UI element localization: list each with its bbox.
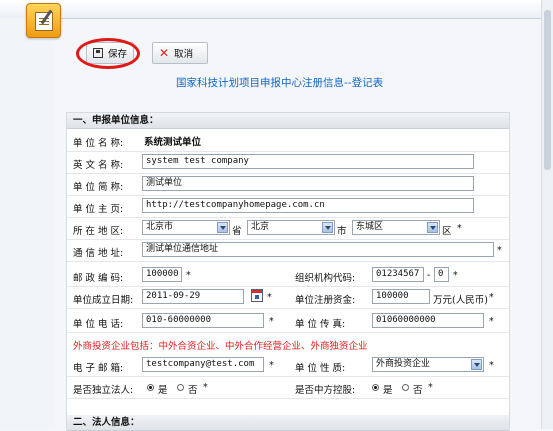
email-input[interactable]: testcompany@test.com	[142, 357, 264, 372]
vertical-scrollbar[interactable]	[541, 0, 553, 429]
required-mark: *	[453, 270, 458, 281]
phone-input[interactable]: 010-60000000	[142, 313, 264, 328]
capital-unit: 万元(人民币)	[433, 295, 488, 306]
registration-form: 一、申报单位信息： 单 位 名 称: 系统测试单位 英 文 名 称: syste…	[66, 112, 510, 431]
founded-label: 单位成立日期:	[73, 295, 134, 306]
org-code-dash: -	[427, 270, 431, 281]
required-mark: *	[269, 316, 274, 327]
independent-no-label: 否	[188, 385, 198, 396]
nature-label: 单 位 性 质:	[295, 363, 346, 374]
row-foreign-note: 外商投资企业包括：中外合资企业、中外合作经营企业、外商独资企业	[67, 333, 509, 354]
close-icon: ✕	[159, 46, 170, 60]
required-mark: *	[457, 223, 462, 234]
district-suffix: 区	[442, 226, 452, 237]
row-email: 电 子 邮 箱: testcompany@test.com * 单 位 性 质:…	[67, 355, 509, 377]
required-mark: *	[267, 292, 272, 303]
chevron-down-icon	[217, 222, 228, 233]
required-mark: *	[489, 292, 494, 303]
phone-label: 单 位 电 话:	[73, 319, 124, 330]
china-holding-no-radio[interactable]	[402, 384, 409, 391]
row-founded: 单位成立日期: 2011-09-29 * 单位注册资金: 100000 万元(人…	[67, 287, 509, 309]
independent-no-radio[interactable]	[177, 384, 184, 391]
cancel-button-label: 取消	[174, 49, 194, 60]
homepage-label: 单 位 主 页:	[73, 204, 124, 215]
province-value: 北京市	[146, 222, 174, 232]
fax-label: 单 位 传 真:	[295, 319, 346, 330]
org-code-label: 组织机构代码:	[295, 273, 356, 284]
chevron-down-icon	[471, 359, 482, 370]
nature-value: 外商投资企业	[376, 359, 431, 369]
required-mark: *	[489, 316, 494, 327]
notepad-icon	[26, 3, 61, 38]
china-holding-yes-label: 是	[383, 385, 393, 396]
independent-label: 是否独立法人:	[73, 385, 134, 396]
district-value: 东城区	[356, 222, 384, 232]
required-mark: *	[497, 245, 502, 256]
calendar-icon[interactable]	[251, 289, 263, 302]
org-code-input[interactable]: 01234567	[372, 267, 424, 282]
english-name-input[interactable]: system test company	[142, 154, 474, 169]
row-region: 所 在 地 区: 北京市 省 北京 市 东城区 区 *	[67, 218, 509, 240]
region-label: 所 在 地 区:	[73, 226, 124, 237]
required-mark: *	[428, 382, 433, 393]
city-value: 北京	[251, 222, 270, 232]
fax-input[interactable]: 01060000000	[372, 313, 484, 328]
nature-select[interactable]: 外商投资企业	[372, 357, 484, 372]
highlight-circle	[76, 38, 140, 69]
postcode-input[interactable]: 100000	[142, 267, 182, 282]
unit-name-label: 单 位 名 称:	[73, 138, 124, 149]
required-mark: *	[489, 360, 494, 371]
scrollbar-thumb[interactable]	[544, 10, 551, 170]
homepage-input[interactable]: http://testcompanyhomepage.com.cn	[142, 198, 474, 213]
city-suffix: 市	[337, 226, 347, 237]
row-legal-person: 是否独立法人: 是 否 * 是否中方控股: 是 否 *	[67, 377, 509, 399]
row-phone: 单 位 电 话: 010-60000000 * 单 位 传 真: 0106000…	[67, 311, 509, 333]
province-select[interactable]: 北京市	[142, 220, 230, 235]
required-mark: *	[203, 382, 208, 393]
chevron-down-icon	[322, 222, 333, 233]
short-name-input[interactable]: 测试单位	[142, 176, 474, 191]
foreign-investment-note: 外商投资企业包括：中外合资企业、中外合作经营企业、外商独资企业	[73, 341, 368, 352]
row-address: 通 信 地 址: 测试单位通信地址 *	[67, 240, 509, 262]
sidebar	[0, 18, 55, 429]
section-unit-info: 一、申报单位信息：	[67, 113, 509, 129]
district-select[interactable]: 东城区	[352, 220, 440, 235]
short-name-label: 单 位 简 称:	[73, 182, 124, 193]
china-holding-no-label: 否	[413, 385, 423, 396]
independent-yes-radio[interactable]	[147, 384, 154, 391]
top-bar	[0, 0, 553, 19]
unit-name-value: 系统测试单位	[144, 137, 202, 148]
english-name-label: 英 文 名 称:	[73, 160, 124, 171]
page-title: 国家科技计划项目申报中心注册信息--登记表	[176, 77, 384, 89]
cancel-button[interactable]: ✕ 取消	[152, 42, 208, 64]
row-short-name: 单 位 简 称: 测试单位	[67, 174, 509, 196]
row-homepage: 单 位 主 页: http://testcompanyhomepage.com.…	[67, 196, 509, 218]
chevron-down-icon	[427, 222, 438, 233]
org-code-check-input[interactable]: 0	[434, 267, 449, 282]
row-unit-name: 单 位 名 称: 系统测试单位	[67, 130, 509, 152]
china-holding-label: 是否中方控股:	[295, 385, 356, 396]
province-suffix: 省	[232, 226, 242, 237]
email-label: 电 子 邮 箱:	[73, 363, 124, 374]
capital-label: 单位注册资金:	[295, 295, 356, 306]
postcode-label: 邮 政 编 码:	[73, 273, 124, 284]
required-mark: *	[269, 360, 274, 371]
address-label: 通 信 地 址:	[73, 248, 124, 259]
row-english-name: 英 文 名 称: system test company	[67, 152, 509, 174]
independent-yes-label: 是	[158, 385, 168, 396]
china-holding-yes-radio[interactable]	[372, 384, 379, 391]
row-postcode: 邮 政 编 码: 100000 * 组织机构代码: 01234567 - 0 *	[67, 265, 509, 287]
founded-date-input[interactable]: 2011-09-29	[142, 289, 244, 304]
city-select[interactable]: 北京	[247, 220, 335, 235]
capital-input[interactable]: 100000	[372, 289, 430, 304]
required-mark: *	[186, 270, 191, 281]
address-input[interactable]: 测试单位通信地址	[142, 242, 494, 257]
